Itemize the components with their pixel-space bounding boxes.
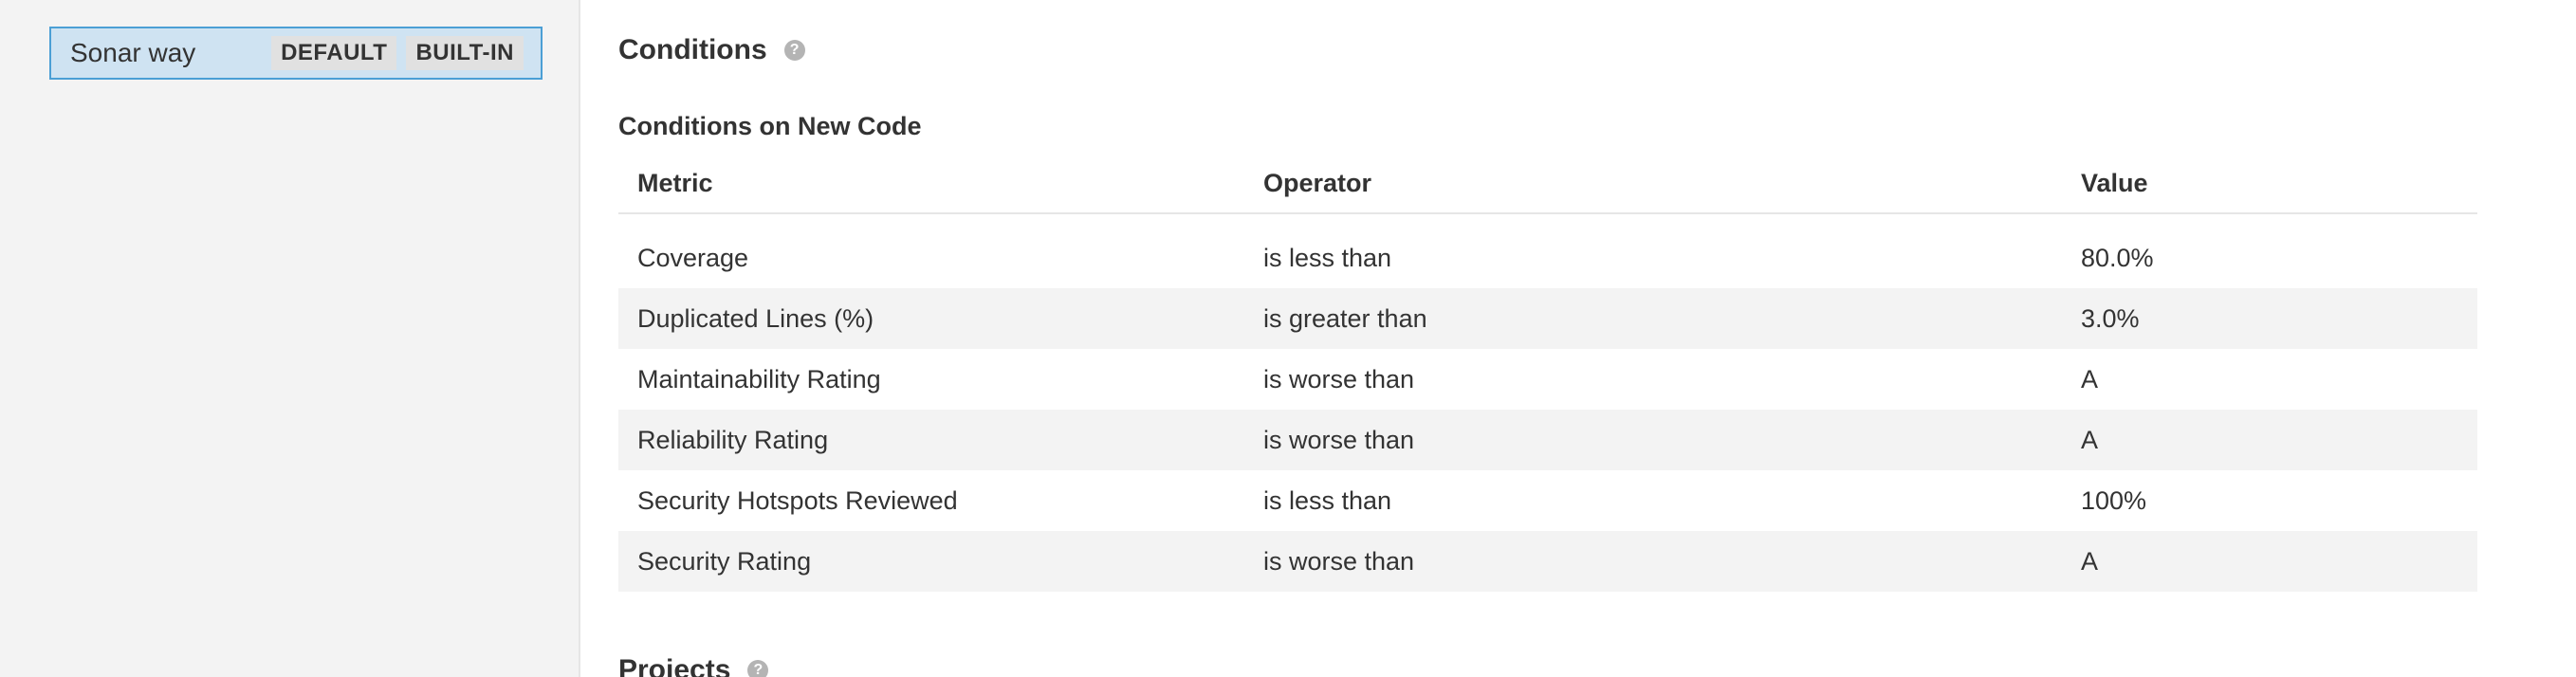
- operator-cell: is less than: [1263, 485, 1392, 515]
- metric-cell: Maintainability Rating: [637, 364, 881, 393]
- operator-cell: is worse than: [1244, 531, 2062, 592]
- metric-cell: Reliability Rating: [618, 410, 1244, 470]
- conditions-table: Metric Operator Value Coverage is less t…: [618, 154, 2477, 592]
- question-circle-icon[interactable]: ?: [783, 40, 805, 61]
- quality-gate-details: Conditions ? Conditions on New Code Metr…: [618, 0, 2477, 677]
- table-row: Duplicated Lines (%) is greater than 3.0…: [618, 288, 2477, 349]
- operator-cell: is greater than: [1244, 288, 2062, 349]
- operator-cell: is worse than: [1263, 364, 1415, 393]
- operator-column-header: Operator: [1244, 154, 2062, 214]
- metric-cell: Security Rating: [618, 531, 1244, 592]
- table-row: Maintainability Rating is worse than A: [618, 349, 2477, 410]
- quality-gate-page: Sonar way DEFAULT BUILT-IN Conditions ? …: [0, 0, 2576, 677]
- quality-gate-name: Sonar way: [70, 38, 196, 67]
- table-header-row: Metric Operator Value: [618, 154, 2477, 214]
- projects-title: Projects: [618, 654, 731, 677]
- conditions-heading: Conditions ?: [618, 34, 805, 66]
- quality-gate-item-sonar-way[interactable]: Sonar way DEFAULT BUILT-IN: [49, 27, 543, 80]
- table-row: Security Rating is worse than A: [618, 531, 2477, 592]
- value-cell: A: [2081, 364, 2099, 393]
- value-cell: 80.0%: [2081, 243, 2154, 272]
- metric-column-header: Metric: [618, 154, 1244, 214]
- operator-cell: is worse than: [1244, 410, 2062, 470]
- value-column-header: Value: [2062, 154, 2477, 214]
- projects-heading: Projects ?: [618, 654, 769, 677]
- value-cell: 100%: [2081, 485, 2147, 515]
- table-row: Coverage is less than 80.0%: [618, 228, 2477, 288]
- metric-cell: Coverage: [637, 243, 749, 272]
- default-badge: DEFAULT: [271, 36, 397, 70]
- metric-cell: Security Hotspots Reviewed: [637, 485, 958, 515]
- question-circle-icon[interactable]: ?: [747, 660, 769, 677]
- table-row: Reliability Rating is worse than A: [618, 410, 2477, 470]
- value-cell: A: [2062, 531, 2477, 592]
- value-cell: A: [2062, 410, 2477, 470]
- built-in-badge: BUILT-IN: [406, 36, 524, 70]
- metric-cell: Duplicated Lines (%): [618, 288, 1244, 349]
- table-row: Security Hotspots Reviewed is less than …: [618, 470, 2477, 531]
- quality-gates-sidebar: Sonar way DEFAULT BUILT-IN: [0, 0, 580, 677]
- conditions-title: Conditions: [618, 34, 767, 65]
- conditions-on-new-code-title: Conditions on New Code: [618, 112, 922, 140]
- value-cell: 3.0%: [2062, 288, 2477, 349]
- operator-cell: is less than: [1263, 243, 1392, 272]
